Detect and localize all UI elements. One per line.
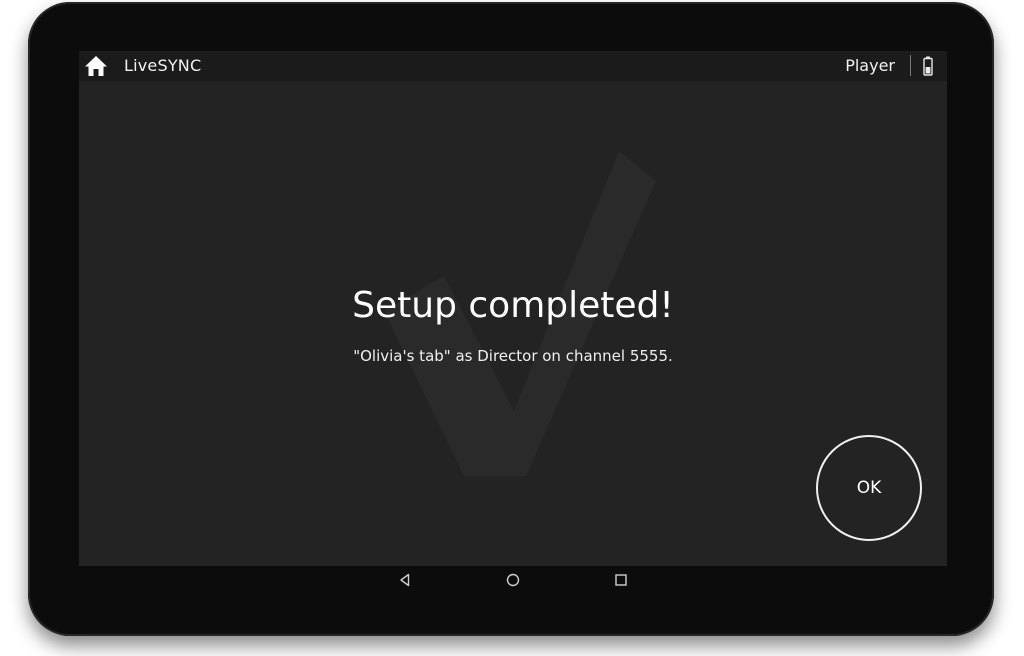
battery-icon	[923, 56, 933, 76]
app-screen: LiveSYNC Player Setup completed! "Olivia…	[79, 51, 947, 566]
home-circle-icon[interactable]	[505, 572, 521, 588]
recents-icon[interactable]	[613, 572, 629, 588]
home-icon[interactable]	[84, 54, 108, 78]
android-nav-bar	[79, 566, 947, 594]
topbar-divider	[910, 55, 911, 76]
back-icon[interactable]	[397, 572, 413, 588]
setup-subtitle: "Olivia's tab" as Director on channel 55…	[353, 347, 673, 365]
mode-label: Player	[845, 56, 895, 75]
top-bar: LiveSYNC Player	[79, 51, 947, 81]
app-title: LiveSYNC	[124, 56, 202, 75]
ok-button[interactable]: OK	[816, 435, 922, 541]
setup-title: Setup completed!	[352, 285, 674, 326]
